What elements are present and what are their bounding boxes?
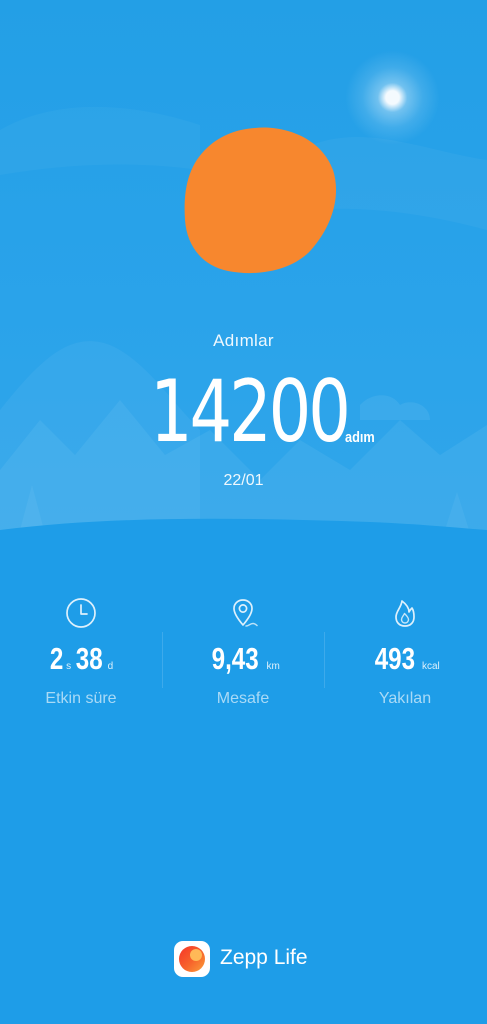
steps-unit: adım	[345, 429, 375, 446]
sun-icon	[345, 50, 440, 145]
distance-label: Mesafe	[216, 690, 270, 707]
clock-icon	[66, 598, 96, 628]
active-time-hours: 2	[49, 641, 64, 676]
distance-value-line: 9,43 km	[162, 640, 324, 680]
hours-unit: s	[66, 661, 72, 672]
brand-name: Zepp Life	[220, 946, 308, 969]
minutes-unit: d	[107, 661, 114, 672]
active-time-label: Etkin süre	[45, 690, 117, 707]
active-time-minutes: 38	[75, 641, 103, 676]
calories-value: 493	[374, 641, 416, 676]
steps-display[interactable]: 14200 adım	[0, 368, 487, 458]
calories-label: Yakılan	[378, 690, 432, 707]
brand-footer: Zepp Life	[0, 940, 487, 980]
distance-value: 9,43	[211, 641, 259, 676]
stat-active-time[interactable]: 2 s 38 d Etkin süre	[0, 596, 162, 716]
distance-unit: km	[266, 661, 280, 672]
redaction-blob	[184, 127, 337, 274]
stats-row: 2 s 38 d Etkin süre 9,43 km Mesafe 493 kcal Y…	[0, 596, 487, 716]
calories-unit: kcal	[421, 661, 440, 672]
steps-label: Adımlar	[213, 331, 274, 350]
hero-section: Adımlar 14200 adım 22/01	[0, 0, 487, 560]
calories-value-line: 493 kcal	[324, 640, 486, 680]
stat-distance[interactable]: 9,43 km Mesafe	[162, 596, 324, 716]
flame-icon	[395, 600, 415, 627]
location-pin-icon	[233, 599, 258, 627]
date-label: 22/01	[223, 472, 264, 489]
active-time-value: 2 s 38 d	[0, 640, 162, 680]
stat-calories[interactable]: 493 kcal Yakılan	[324, 596, 486, 716]
steps-count: 14200	[150, 362, 351, 462]
zepp-life-logo-icon	[174, 941, 210, 977]
